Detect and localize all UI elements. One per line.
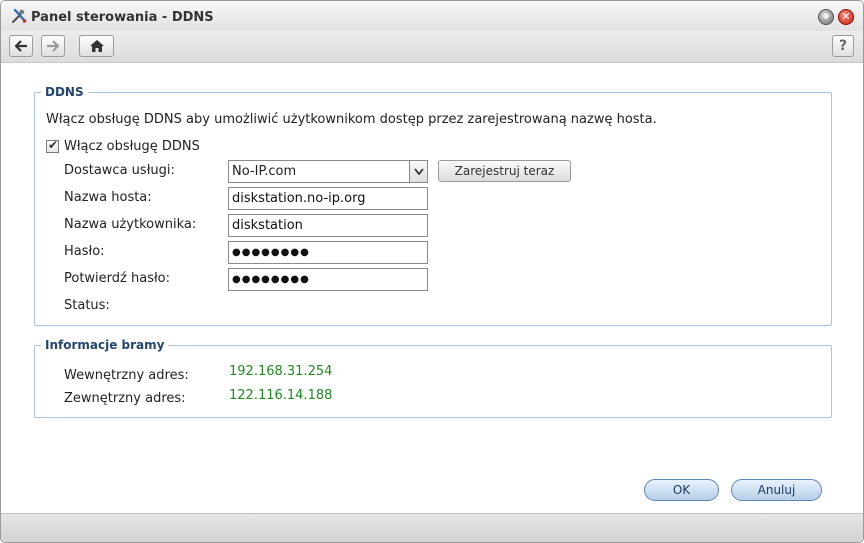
enable-ddns-label[interactable]: Włącz obsługę DDNS — [64, 139, 200, 154]
username-input[interactable]: diskstation — [228, 214, 428, 237]
register-now-button[interactable]: Zarejestruj teraz — [438, 160, 571, 182]
checkmark-icon: ✔ — [48, 138, 59, 152]
window-title: Panel sterowania - DDNS — [31, 10, 214, 25]
home-icon — [89, 40, 104, 52]
back-button[interactable] — [9, 35, 33, 57]
enable-ddns-checkbox[interactable]: ✔ — [46, 138, 59, 153]
title-bar[interactable]: Panel sterowania - DDNS ✕ — [1, 1, 863, 31]
ddns-legend: DDNS — [41, 85, 88, 99]
tools-icon — [11, 8, 27, 24]
provider-value: No-IP.com — [232, 164, 297, 179]
arrow-left-icon — [14, 40, 27, 52]
ok-button[interactable]: OK — [644, 479, 719, 501]
cancel-button[interactable]: Anuluj — [731, 479, 822, 501]
close-button[interactable]: ✕ — [838, 9, 854, 25]
password-input[interactable]: ●●●●●●●● — [228, 241, 428, 264]
forward-button[interactable] — [41, 35, 65, 57]
help-button[interactable]: ? — [832, 35, 854, 57]
external-address-label: Zewnętrzny adres: — [64, 391, 186, 406]
hostname-input[interactable]: diskstation.no-ip.org — [228, 187, 428, 210]
username-label: Nazwa użytkownika: — [64, 217, 197, 232]
hostname-label: Nazwa hosta: — [64, 190, 152, 205]
status-bar — [1, 513, 863, 542]
provider-label: Dostawca usługi: — [64, 163, 175, 178]
internal-address-value: 192.168.31.254 — [229, 364, 333, 379]
confirm-password-input[interactable]: ●●●●●●●● — [228, 268, 428, 291]
ddns-section: DDNS — [34, 85, 832, 326]
arrow-right-icon — [47, 40, 60, 52]
internal-address-label: Wewnętrzny adres: — [64, 368, 189, 383]
toolbar: ? — [1, 31, 863, 63]
status-label: Status: — [64, 298, 110, 313]
minimize-button[interactable] — [818, 9, 834, 25]
chevron-down-icon[interactable] — [409, 161, 427, 182]
password-label: Hasło: — [64, 244, 105, 259]
ddns-description: Włącz obsługę DDNS aby umożliwić użytkow… — [46, 112, 657, 127]
home-button[interactable] — [79, 35, 114, 57]
gateway-legend: Informacje bramy — [41, 338, 169, 352]
external-address-value: 122.116.14.188 — [229, 388, 333, 403]
control-panel-window: Panel sterowania - DDNS ✕ ? DDNS Włącz o… — [0, 0, 864, 543]
provider-select[interactable]: No-IP.com — [228, 160, 428, 183]
close-icon: ✕ — [841, 10, 851, 23]
confirm-password-label: Potwierdź hasło: — [64, 271, 170, 286]
